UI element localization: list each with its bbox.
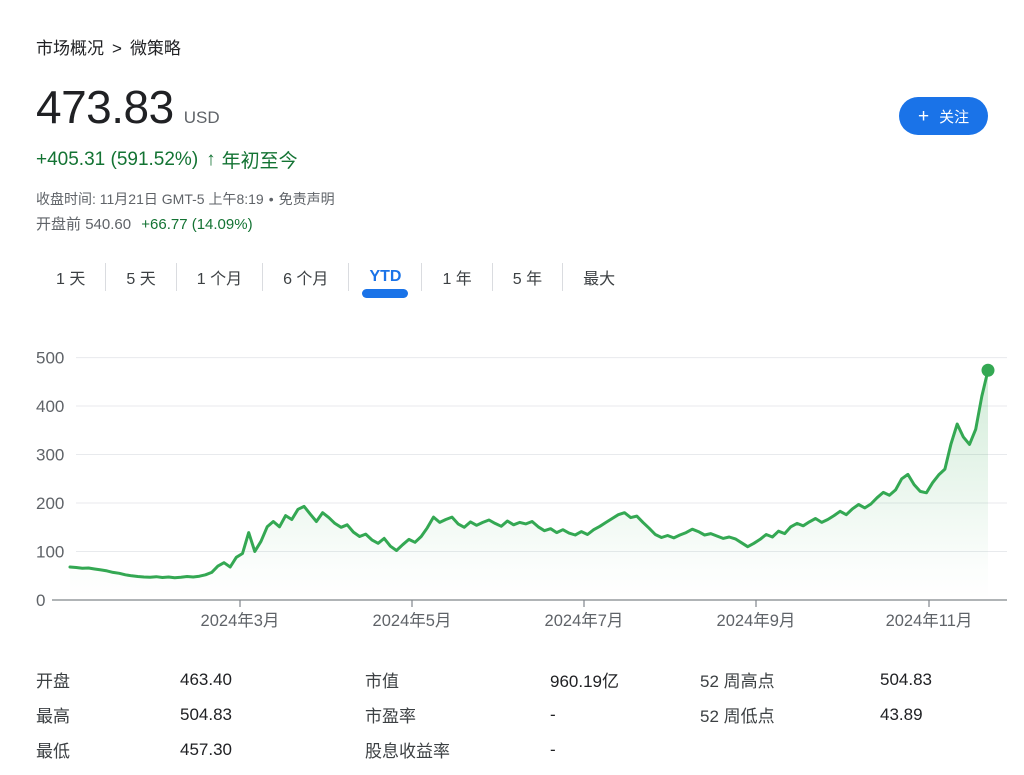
disclaimer-link[interactable]: 免责声明	[279, 191, 335, 207]
tab-1y[interactable]: 1 年	[422, 254, 491, 300]
tab-label: 1 天	[56, 265, 85, 289]
tab-1d[interactable]: 1 天	[36, 254, 105, 300]
stat-label: 开盘	[36, 667, 180, 692]
tab-label: 最大	[583, 265, 615, 289]
stat-value: 504.83	[880, 670, 997, 690]
stat-label: 最高	[36, 702, 180, 727]
x-axis-label: 2024年7月	[545, 611, 624, 630]
separator-dot: •	[269, 191, 274, 207]
currency-label: USD	[184, 108, 220, 128]
price-change-period: 年初至今	[222, 146, 298, 173]
y-axis-label: 300	[36, 446, 64, 465]
arrow-up-icon: ↑	[206, 149, 216, 171]
breadcrumb-current-stock: 微策略	[130, 39, 181, 58]
price-chart-svg: 0 100 200 300 400 500 2024年3月 2024年5月 2024年7月 202…	[36, 345, 1008, 643]
last-price-dot	[982, 364, 995, 377]
y-axis-label: 0	[36, 591, 45, 610]
price-change-value: +405.31 (591.52%)	[36, 149, 198, 171]
x-axis-label: 2024年3月	[201, 611, 280, 630]
y-axis-label: 500	[36, 349, 64, 368]
follow-button[interactable]: + 关注	[899, 97, 988, 135]
tab-label: 1 个月	[197, 265, 242, 289]
stats-table: 开盘463.40市值960.19亿52 周高点504.83最高504.83市盈率…	[36, 662, 997, 767]
stat-label: 52 周高点	[700, 667, 880, 692]
tab-5d[interactable]: 5 天	[106, 254, 175, 300]
time-range-tabs: 1 天 5 天 1 个月 6 个月 YTD 1 年 5 年 最大	[36, 254, 635, 300]
x-axis-label: 2024年5月	[373, 611, 452, 630]
follow-button-label: 关注	[939, 106, 969, 127]
premarket-change: +66.77 (14.09%)	[141, 216, 252, 233]
price-row: 473.83 USD	[36, 82, 220, 132]
y-axis-label: 200	[36, 494, 64, 513]
tab-label: 1 年	[442, 265, 471, 289]
breadcrumb-market-overview-link[interactable]: 市场概况	[36, 39, 104, 58]
x-axis-label: 2024年9月	[717, 611, 796, 630]
close-time-text: 收盘时间: 11月21日 GMT-5 上午8:19	[36, 191, 264, 207]
stat-value: 457.30	[180, 740, 365, 760]
price-change-row: +405.31 (591.52%) ↑ 年初至今	[36, 146, 298, 173]
current-price: 473.83	[36, 82, 174, 132]
premarket-label: 开盘前	[36, 216, 81, 233]
market-close-info: 收盘时间: 11月21日 GMT-5 上午8:19 • 免责声明	[36, 189, 335, 209]
breadcrumb: 市场概况 > 微策略	[36, 34, 181, 59]
stat-value: 43.89	[880, 705, 997, 725]
stat-label: 最低	[36, 737, 180, 762]
x-axis-label: 2024年11月	[886, 611, 973, 630]
y-axis-label: 400	[36, 397, 64, 416]
stat-value: 504.83	[180, 705, 365, 725]
google-finance-quote-page: 市场概况 > 微策略 + 关注 473.83 USD +405.31 (591.52…	[0, 0, 1024, 775]
tab-max[interactable]: 最大	[563, 254, 635, 300]
tab-label: 6 个月	[283, 265, 328, 289]
stat-label: 市值	[365, 667, 550, 692]
tab-label: 5 年	[513, 265, 542, 289]
premarket-price: 540.60	[85, 216, 131, 233]
premarket-row: 开盘前 540.60 +66.77 (14.09%)	[36, 213, 253, 234]
stat-value: -	[550, 740, 700, 760]
stat-label: 股息收益率	[365, 737, 550, 762]
tab-label: YTD	[369, 268, 401, 286]
tab-ytd[interactable]: YTD	[349, 254, 421, 300]
tab-6m[interactable]: 6 个月	[263, 254, 348, 300]
area-fill	[70, 370, 988, 600]
y-axis-label: 100	[36, 543, 64, 562]
tab-label: 5 天	[126, 265, 155, 289]
active-tab-indicator	[362, 289, 408, 298]
tab-1m[interactable]: 1 个月	[177, 254, 262, 300]
stat-value: 960.19亿	[550, 667, 700, 692]
stat-label: 市盈率	[365, 702, 550, 727]
plus-icon: +	[918, 107, 929, 126]
stat-value: -	[550, 705, 700, 725]
breadcrumb-separator: >	[112, 39, 122, 58]
stat-value: 463.40	[180, 670, 365, 690]
tab-5y[interactable]: 5 年	[493, 254, 562, 300]
price-chart[interactable]: 0 100 200 300 400 500 2024年3月 2024年5月 2024年7月 202…	[36, 345, 1008, 643]
stat-label: 52 周低点	[700, 702, 880, 727]
